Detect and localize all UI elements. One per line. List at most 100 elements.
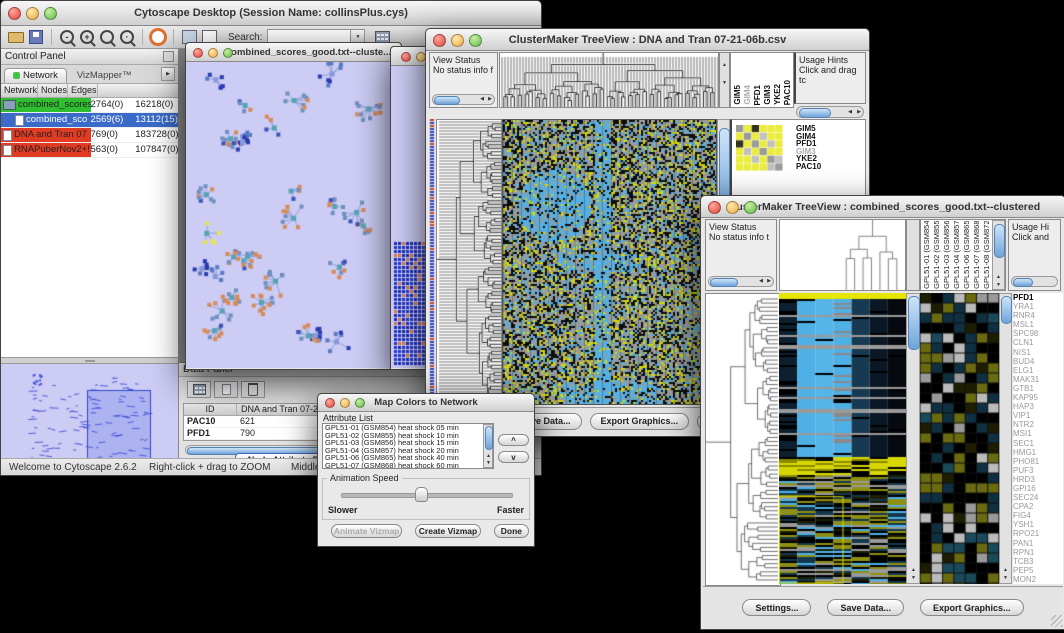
column-label[interactable]: YKE2 bbox=[773, 84, 782, 105]
column-labels-vscrollbar[interactable]: ▲ ▼ bbox=[992, 220, 1005, 290]
float-panel-icon[interactable] bbox=[163, 51, 174, 62]
column-label[interactable]: PFD1 bbox=[753, 85, 762, 105]
column-header[interactable]: Network bbox=[1, 84, 38, 97]
arrow-up-icon[interactable]: ▲ bbox=[911, 568, 916, 573]
arrow-up-icon[interactable]: ▲ bbox=[486, 454, 491, 459]
help-button[interactable] bbox=[149, 28, 167, 46]
arrow-up-icon[interactable]: ▲ bbox=[996, 275, 1001, 280]
scrollbar-thumb[interactable] bbox=[710, 278, 738, 287]
gene-label[interactable]: YSH1 bbox=[1013, 520, 1063, 529]
column-label[interactable]: GIM5 bbox=[733, 85, 742, 105]
gene-label[interactable]: NTR2 bbox=[1013, 420, 1063, 429]
arrow-right-icon[interactable]: ▶ bbox=[857, 110, 861, 115]
arrow-down-icon[interactable]: ▼ bbox=[996, 283, 1001, 288]
gene-label[interactable]: PHO81 bbox=[1013, 457, 1063, 466]
zoom-button[interactable] bbox=[44, 7, 57, 20]
gene-label[interactable]: HAP3 bbox=[1013, 402, 1063, 411]
arrow-left-icon[interactable]: ◀ bbox=[480, 97, 484, 102]
column-label[interactable]: GPL51-06 (GSM865) bbox=[962, 221, 971, 289]
column-dendrogram-canvas[interactable] bbox=[780, 220, 905, 290]
gene-label[interactable]: MSL1 bbox=[1013, 320, 1063, 329]
column-label[interactable]: GPL51-04 (GSM857) bbox=[952, 221, 961, 289]
row-label[interactable]: PAC10 bbox=[796, 163, 821, 171]
arrow-left-icon[interactable]: ◀ bbox=[848, 110, 852, 115]
column-label[interactable]: GPL51-01 (GSM854) bbox=[922, 221, 931, 289]
arrow-up-icon[interactable]: ▲ bbox=[722, 62, 727, 68]
heatmap-canvas[interactable] bbox=[502, 119, 717, 405]
gene-label[interactable]: PEP5 bbox=[1013, 566, 1063, 575]
gene-label[interactable]: KAP95 bbox=[1013, 393, 1063, 402]
gene-label[interactable]: PUF3 bbox=[1013, 466, 1063, 475]
close-button[interactable] bbox=[433, 34, 446, 47]
column-header[interactable]: Edges bbox=[68, 84, 98, 97]
gene-label[interactable]: TCB3 bbox=[1013, 557, 1063, 566]
treeview-dna-titlebar[interactable]: ClusterMaker TreeView : DNA and Tran 07-… bbox=[426, 29, 869, 51]
column-label[interactable]: PAC10 bbox=[783, 80, 792, 105]
minimize-button[interactable] bbox=[208, 48, 218, 58]
column-label[interactable]: GPL51-02 (GSM855) bbox=[932, 221, 941, 289]
network-window-titlebar[interactable]: combined_scores_good.txt--cluste... bbox=[186, 43, 401, 62]
zoom-fit-button[interactable] bbox=[98, 28, 116, 46]
minimize-button[interactable] bbox=[26, 7, 39, 20]
close-button[interactable] bbox=[8, 7, 21, 20]
gene-label[interactable]: BUD4 bbox=[1013, 357, 1063, 366]
detail-heatmap-canvas[interactable] bbox=[920, 293, 999, 584]
close-button[interactable] bbox=[193, 48, 203, 58]
minimize-button[interactable] bbox=[451, 34, 464, 47]
create-attribute-button[interactable] bbox=[214, 381, 238, 398]
zoom-button[interactable] bbox=[355, 398, 365, 408]
arrow-down-icon[interactable]: ▼ bbox=[722, 80, 727, 86]
attribute-list-item[interactable]: GPL51-07 (GSM868) heat shock 60 min bbox=[323, 462, 493, 469]
gene-label[interactable]: RNR4 bbox=[1013, 311, 1063, 320]
arrow-down-icon[interactable]: ▼ bbox=[911, 576, 916, 581]
heatmap-vscrollbar[interactable]: ▲ ▼ bbox=[906, 293, 920, 584]
attribute-list-scrollbar[interactable]: ▲ ▼ bbox=[483, 424, 493, 468]
network-canvas[interactable] bbox=[186, 62, 401, 368]
arrow-right-icon[interactable]: ▶ bbox=[488, 97, 492, 102]
gene-label[interactable]: HRD3 bbox=[1013, 475, 1063, 484]
scrollbar-thumb[interactable] bbox=[1013, 278, 1033, 287]
tab-network[interactable]: Network bbox=[4, 68, 67, 83]
close-button[interactable] bbox=[708, 201, 721, 214]
zoom-button[interactable] bbox=[744, 201, 757, 214]
gene-label[interactable]: MAK31 bbox=[1013, 375, 1063, 384]
gene-label[interactable]: SPC98 bbox=[1013, 329, 1063, 338]
zoom-out-button[interactable]: - bbox=[58, 28, 76, 46]
zoom-button[interactable] bbox=[469, 34, 482, 47]
column-label[interactable]: GPL51-07 (GSM868) bbox=[972, 221, 981, 289]
network-table-row[interactable]: DNA and Tran 07 769(0) 183728(0) bbox=[1, 128, 178, 143]
row-dendrogram-canvas[interactable] bbox=[705, 293, 781, 586]
arrow-up-icon[interactable]: ▲ bbox=[1003, 568, 1008, 573]
global-row-strip[interactable] bbox=[429, 119, 435, 403]
minimize-button[interactable] bbox=[340, 398, 350, 408]
gene-label[interactable]: HMG1 bbox=[1013, 448, 1063, 457]
arrow-right-icon[interactable]: ▶ bbox=[767, 279, 771, 284]
gene-label[interactable]: CLN1 bbox=[1013, 338, 1063, 347]
gene-label[interactable]: ELG1 bbox=[1013, 366, 1063, 375]
zoom-button[interactable] bbox=[223, 48, 233, 58]
gene-label[interactable]: VIP1 bbox=[1013, 411, 1063, 420]
gene-label[interactable]: FIG4 bbox=[1013, 511, 1063, 520]
network-table-row[interactable]: combined_sco 2569(6) 13112(15) bbox=[1, 113, 178, 128]
gene-label[interactable]: PFD1 bbox=[1013, 293, 1063, 302]
gene-label[interactable]: RPN1 bbox=[1013, 548, 1063, 557]
delete-attribute-button[interactable] bbox=[241, 381, 265, 398]
birdseye-view-canvas[interactable] bbox=[3, 366, 173, 467]
treeview-button[interactable]: Save Data... bbox=[827, 599, 904, 616]
more-tabs-button[interactable]: ▶ bbox=[161, 67, 175, 81]
gene-label[interactable]: SEC1 bbox=[1013, 439, 1063, 448]
column-header[interactable]: Nodes bbox=[38, 84, 68, 97]
gene-label[interactable]: MSI1 bbox=[1013, 429, 1063, 438]
select-attributes-button[interactable] bbox=[187, 381, 211, 398]
view-status-hscrollbar[interactable]: ◀ ▶ bbox=[432, 94, 495, 105]
gene-label[interactable]: CPA2 bbox=[1013, 502, 1063, 511]
column-dendrogram-canvas[interactable] bbox=[500, 53, 718, 107]
detail-vscrollbar[interactable]: ▲ ▼ bbox=[999, 293, 1012, 584]
column-label[interactable]: GPL51-08 (GSM872) bbox=[982, 221, 991, 289]
correlation-matrix-canvas[interactable] bbox=[736, 125, 783, 171]
dendrogram-scroll-strip[interactable]: ▲ ▼ bbox=[719, 52, 730, 108]
gene-label[interactable]: GTB1 bbox=[1013, 384, 1063, 393]
scroll-strip[interactable] bbox=[906, 219, 920, 291]
view-status-hscrollbar[interactable]: ◀ ▶ bbox=[708, 276, 774, 287]
scrollbar-thumb[interactable] bbox=[908, 296, 920, 350]
